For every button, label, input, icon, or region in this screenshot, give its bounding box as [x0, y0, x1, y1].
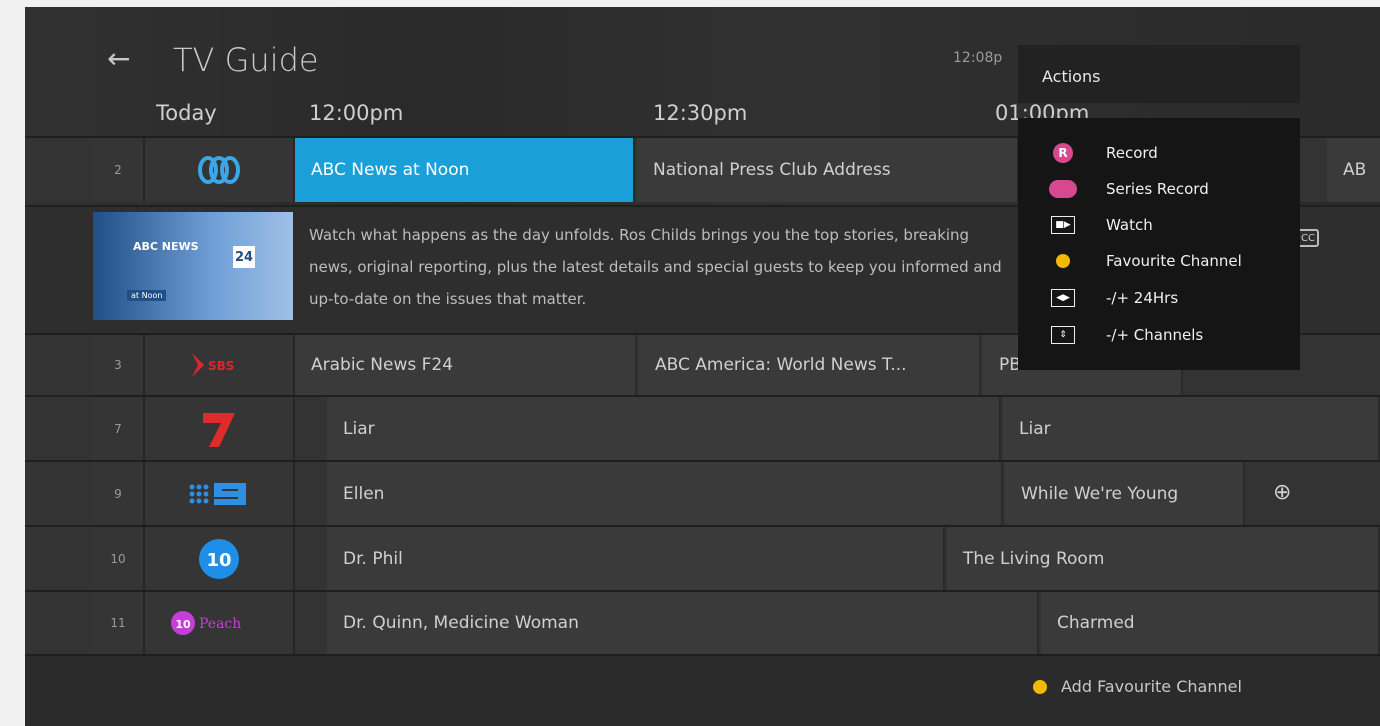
sbs-logo-icon[interactable]: SBS	[145, 335, 295, 395]
channel-row-9: 9 Ellen While We're Young	[25, 460, 1380, 525]
action-record[interactable]: R Record	[1048, 143, 1158, 163]
action-series-record-label: Series Record	[1106, 180, 1209, 198]
channel-row-10: 10 10 Dr. Phil The Living Room	[25, 525, 1380, 590]
action-watch[interactable]: ■▶ Watch	[1048, 215, 1153, 235]
add-favourite-hint[interactable]: Add Favourite Channel	[1033, 677, 1242, 696]
action-favourite-label: Favourite Channel	[1106, 252, 1242, 270]
svg-text:10: 10	[175, 618, 191, 631]
favourite-dot-icon	[1048, 251, 1078, 271]
ten-logo-icon[interactable]: 10	[145, 527, 295, 590]
time-slot-1200: 12:00pm	[309, 101, 404, 125]
actions-title: Actions	[1018, 45, 1300, 103]
action-24hrs[interactable]: ◀▶ -/+ 24Hrs	[1048, 288, 1178, 308]
program-dr-quinn[interactable]: Dr. Quinn, Medicine Woman	[327, 592, 1039, 654]
channel-number: 3	[93, 335, 145, 395]
program-charmed[interactable]: Charmed	[1041, 592, 1380, 654]
action-channels-label: -/+ Channels	[1106, 326, 1204, 344]
program-arabic-news[interactable]: Arabic News F24	[295, 335, 637, 395]
action-series-record[interactable]: Series Record	[1048, 179, 1209, 199]
program-liar[interactable]: Liar	[327, 397, 1001, 460]
time-slot-1230: 12:30pm	[653, 101, 748, 125]
program-abc-news-at-noon[interactable]: ABC News at Noon	[295, 138, 635, 202]
program-living-room[interactable]: The Living Room	[947, 527, 1380, 590]
nine-logo-icon[interactable]	[145, 462, 295, 525]
action-record-label: Record	[1106, 144, 1158, 162]
channel-number: 9	[93, 462, 145, 525]
back-arrow-icon[interactable]: ←	[107, 45, 137, 73]
abc-logo-icon[interactable]	[145, 138, 295, 202]
series-record-icon	[1048, 179, 1078, 199]
channel-number: 11	[93, 592, 145, 654]
thumb-brand: ABC NEWS	[133, 240, 199, 253]
seven-logo-icon[interactable]	[145, 397, 295, 460]
actions-menu: R Record Series Record ■▶ Watch Favourit…	[1018, 118, 1300, 370]
thumb-sub: at Noon	[127, 290, 167, 301]
cc-icon: CC	[1297, 229, 1319, 247]
tv-guide-screen: ← TV Guide 12:08p Today 12:00pm 12:30pm …	[25, 7, 1380, 726]
channel-number: 7	[93, 397, 145, 460]
program-next[interactable]: AB	[1327, 138, 1380, 202]
watch-icon: ■▶	[1048, 215, 1078, 235]
ten-peach-logo-icon[interactable]: 10 Peach	[145, 592, 295, 654]
channel-number: 10	[93, 527, 145, 590]
program-abc-america[interactable]: ABC America: World News T...	[639, 335, 981, 395]
channel-number: 2	[93, 138, 145, 202]
thumb-channel: 24	[233, 246, 255, 268]
action-24hrs-label: -/+ 24Hrs	[1106, 289, 1179, 307]
ff-rew-icon: ◀▶	[1048, 288, 1078, 308]
channel-row-7: 7 Liar Liar	[25, 395, 1380, 460]
program-while-were-young[interactable]: While We're Young	[1005, 462, 1245, 525]
day-label: Today	[156, 101, 217, 125]
action-favourite-channel[interactable]: Favourite Channel	[1048, 251, 1242, 271]
program-liar-next[interactable]: Liar	[1003, 397, 1380, 460]
channel-row-11: 11 10 Peach Dr. Quinn, Medicine Woman Cha…	[25, 590, 1380, 654]
action-channels[interactable]: ⇕ -/+ Channels	[1048, 325, 1203, 345]
clock: 12:08p	[953, 50, 1003, 66]
svg-text:Peach: Peach	[199, 616, 241, 632]
svg-text:SBS: SBS	[208, 359, 234, 373]
program-national-press-club[interactable]: National Press Club Address	[637, 138, 1019, 202]
program-dr-phil[interactable]: Dr. Phil	[327, 527, 945, 590]
record-icon: R	[1048, 143, 1078, 163]
action-watch-label: Watch	[1106, 216, 1153, 234]
channel-up-down-icon: ⇕	[1048, 325, 1078, 345]
program-description: Watch what happens as the day unfolds. R…	[309, 226, 1002, 308]
program-thumbnail: ABC NEWS 24 at Noon	[93, 212, 293, 320]
add-favourite-label: Add Favourite Channel	[1061, 677, 1242, 696]
reminder-search-icon[interactable]: ⊕	[1273, 480, 1291, 505]
yellow-button-icon	[1033, 679, 1047, 694]
svg-text:10: 10	[206, 550, 231, 571]
page-title: TV Guide	[173, 41, 319, 79]
program-ellen[interactable]: Ellen	[327, 462, 1003, 525]
